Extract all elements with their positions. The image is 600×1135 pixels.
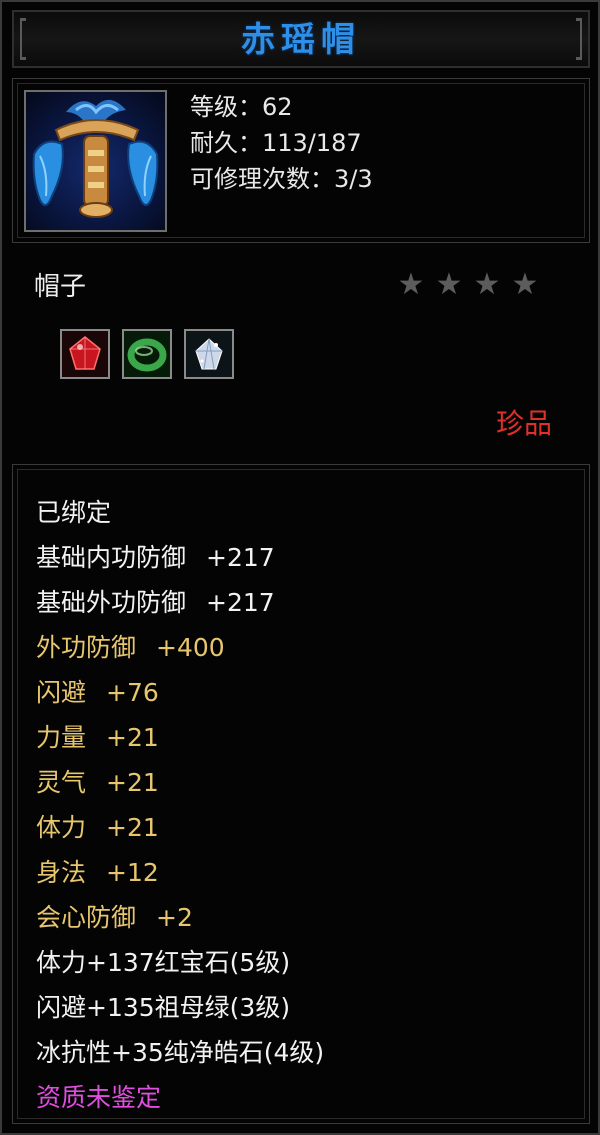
item-tooltip: 赤瑶帽 等级：62 耐久：113/187 可修理次数：3/3 帽子 ★ ★ ★ … <box>0 0 600 1135</box>
attribute-row: 身法 +12 <box>36 856 159 890</box>
attribute-row: 会心防御 +2 <box>36 901 193 935</box>
item-level: 等级：62 <box>190 93 293 121</box>
item-type: 帽子 <box>34 272 87 302</box>
title-bar: 赤瑶帽 <box>12 10 590 68</box>
attribute-value: +12 <box>106 858 159 887</box>
star-icon: ★ <box>397 267 425 302</box>
gem-bonus-row: 闪避+135祖母绿(3级) <box>36 993 291 1022</box>
attribute-value: +217 <box>206 543 275 572</box>
attribute-row: 基础内功防御 +217 <box>36 541 275 575</box>
attribute-row: 闪避 +76 <box>36 676 159 710</box>
star-icon: ★ <box>473 267 501 302</box>
gem-bonus-row: 体力+137红宝石(5级) <box>36 948 291 977</box>
attribute-name: 闪避 <box>36 678 87 707</box>
attribute-row: 基础外功防御 +217 <box>36 586 275 620</box>
star-icon: ★ <box>435 267 463 302</box>
attribute-name: 会心防御 <box>36 903 137 932</box>
attribute-value: +76 <box>106 678 159 707</box>
attribute-row: 灵气 +21 <box>36 766 159 800</box>
bound-status: 已绑定 <box>36 498 112 527</box>
attribute-name: 基础外功防御 <box>36 588 187 617</box>
attribute-value: +400 <box>156 633 225 662</box>
item-durability: 耐久：113/187 <box>190 129 362 157</box>
attribute-name: 灵气 <box>36 768 87 797</box>
attribute-row: 力量 +21 <box>36 721 159 755</box>
attribute-value: +21 <box>106 723 159 752</box>
item-name: 赤瑶帽 <box>241 20 361 60</box>
emerald-gem-icon[interactable] <box>122 329 172 379</box>
diamond-gem-icon[interactable] <box>184 329 234 379</box>
attribute-value: +2 <box>156 903 193 932</box>
hat-artwork <box>32 99 159 218</box>
star-icon: ★ <box>511 267 539 302</box>
attribute-value: +217 <box>206 588 275 617</box>
star-rating: ★ ★ ★ ★ <box>396 270 540 300</box>
rarity-label: 珍品 <box>495 407 552 440</box>
attribute-name: 外功防御 <box>36 633 137 662</box>
attribute-name: 力量 <box>36 723 87 752</box>
attribute-row: 体力 +21 <box>36 811 159 845</box>
attribute-name: 体力 <box>36 813 87 842</box>
attribute-name: 身法 <box>36 858 87 887</box>
attribute-value: +21 <box>106 768 159 797</box>
item-repair-count: 可修理次数：3/3 <box>190 165 373 193</box>
attribute-name: 基础内功防御 <box>36 543 187 572</box>
attribute-value: +21 <box>106 813 159 842</box>
attribute-row: 外功防御 +400 <box>36 631 225 665</box>
item-hat-icon <box>24 90 167 232</box>
quality-status: 资质未鉴定 <box>36 1083 162 1112</box>
ruby-gem-icon[interactable] <box>60 329 110 379</box>
gem-bonus-row: 冰抗性+35纯净皓石(4级) <box>36 1038 325 1067</box>
